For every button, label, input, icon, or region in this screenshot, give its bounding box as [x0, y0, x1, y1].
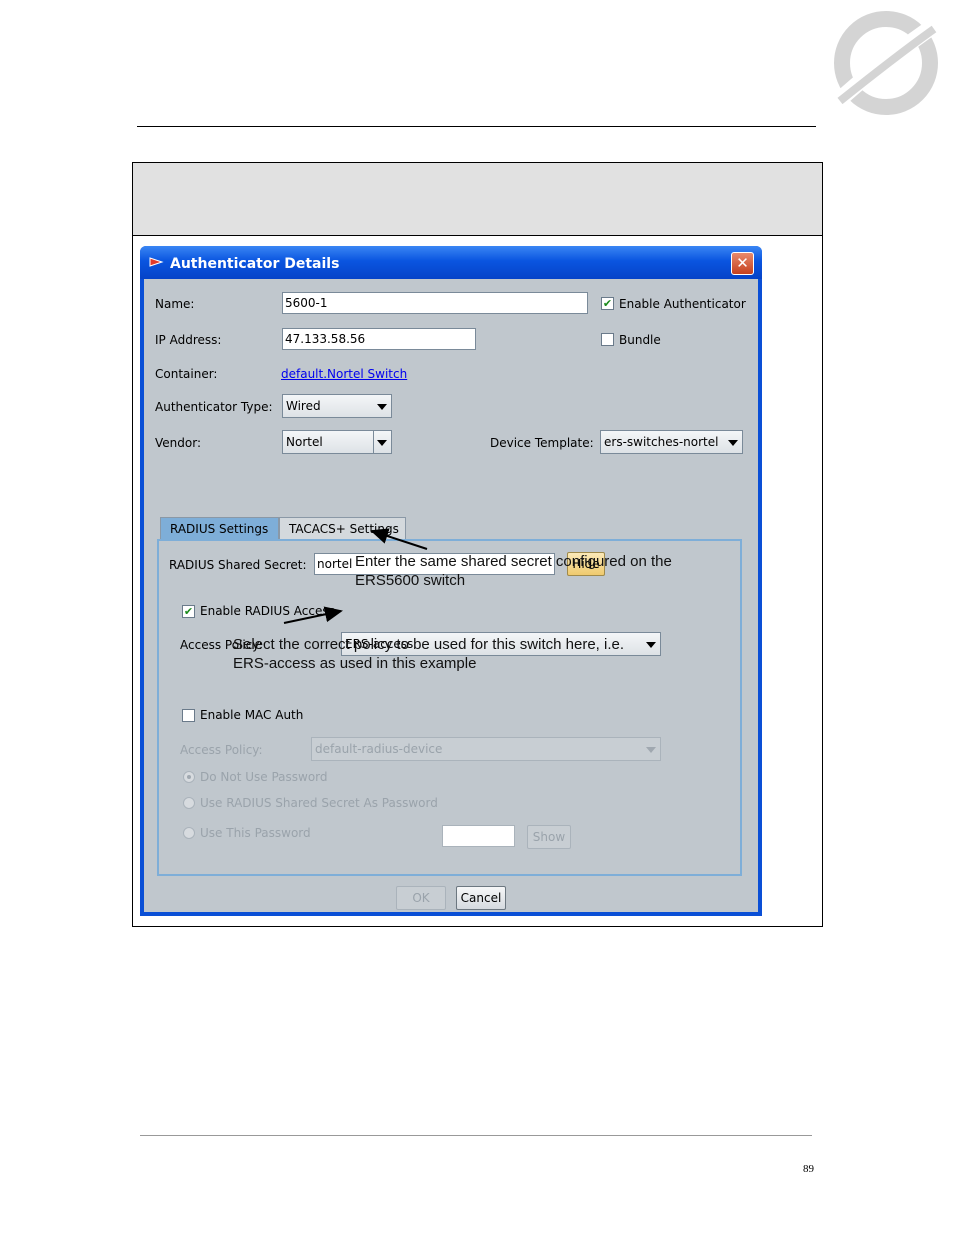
dialog-body: Name: 5600-1 ✔ Enable Authenticator IP A…	[144, 279, 758, 912]
dialog-titlebar[interactable]: Authenticator Details ✕	[140, 246, 762, 279]
ok-button[interactable]: OK	[396, 886, 446, 910]
dialog-title: Authenticator Details	[170, 256, 340, 272]
page-number: 89	[803, 1163, 814, 1175]
app-icon	[149, 257, 164, 267]
nortel-logo-icon	[828, 11, 943, 115]
close-button[interactable]: ✕	[731, 252, 754, 275]
secret-arrow	[370, 528, 428, 550]
policy-arrow	[283, 606, 343, 624]
authenticator-details-dialog: Authenticator Details ✕ Name: 5600-1 ✔ E…	[140, 246, 762, 916]
cancel-button[interactable]: Cancel	[456, 886, 506, 910]
footer-rule	[140, 1135, 812, 1136]
header-rule	[137, 126, 816, 127]
figure-caption-area	[133, 163, 822, 236]
annotation-arrows	[283, 528, 428, 624]
